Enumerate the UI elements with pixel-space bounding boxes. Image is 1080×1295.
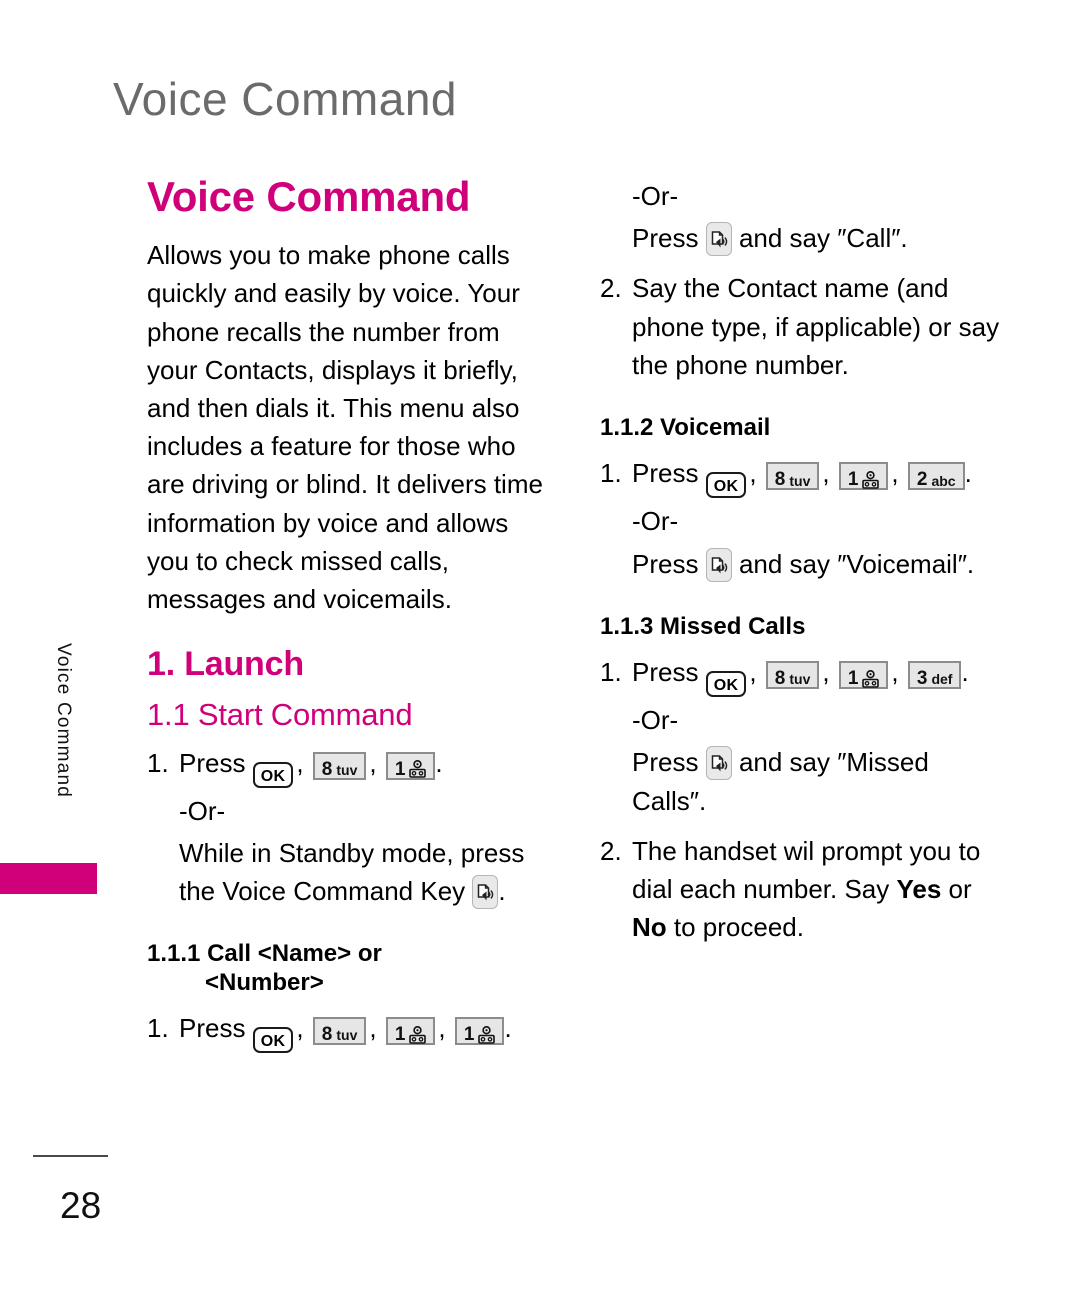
comma: , bbox=[296, 747, 304, 778]
press-label: Press bbox=[632, 458, 699, 489]
step-confirm-dial: 2. The handset wil prompt you to dial ea… bbox=[600, 832, 1000, 947]
press-label: Press bbox=[179, 1013, 246, 1044]
comma: , bbox=[749, 657, 757, 688]
step-text: Say the Contact name (and phone type, if… bbox=[632, 273, 1000, 380]
key-8-tuv-icon[interactable]: 8 tuv bbox=[312, 1017, 367, 1045]
page-number: 28 bbox=[60, 1185, 102, 1226]
key-1-voicemail-icon[interactable]: 1 bbox=[385, 1017, 436, 1045]
press-say-call: Press and say ″Call″. bbox=[632, 219, 1000, 257]
step-text: Press OK, 8 tuv, 1, 1. bbox=[179, 1009, 547, 1054]
step-number: 1. bbox=[147, 1013, 169, 1044]
voice-command-key-icon[interactable] bbox=[705, 547, 732, 582]
key-1-voicemail-icon[interactable]: 1 bbox=[838, 462, 889, 491]
comma: , bbox=[438, 1013, 446, 1044]
side-tab-accent-block bbox=[0, 863, 97, 894]
press-say-voicemail: Press and say ″Voicemail″. bbox=[632, 545, 1000, 583]
step-say-contact-name: 2. Say the Contact name (and phone type,… bbox=[600, 269, 1000, 384]
voicemail-icon bbox=[409, 760, 427, 779]
or-label: -Or- bbox=[179, 795, 226, 826]
ok-key-icon[interactable]: OK bbox=[705, 472, 747, 499]
key-1-voicemail-icon[interactable]: 1 bbox=[454, 1017, 505, 1045]
key-1-voicemail-icon[interactable]: 1 bbox=[385, 751, 436, 780]
press-say-missed-calls: Press and say ″Missed Calls″. bbox=[632, 743, 1000, 819]
step-missed-calls-1: 1. Press OK, 8 tuv, 1, 3 def. bbox=[600, 653, 1000, 698]
section-heading-launch: 1. Launch bbox=[147, 645, 304, 684]
or-label-3: -Or- bbox=[632, 705, 679, 736]
or-label-1: -Or- bbox=[632, 181, 679, 211]
or-label-2: -Or- bbox=[632, 506, 679, 537]
section-heading-start-command: 1.1 Start Command bbox=[147, 696, 413, 732]
section-number: 1.1.1 bbox=[147, 940, 201, 968]
key-2-abc-icon[interactable]: 2 abc bbox=[907, 462, 965, 491]
step-start-command-1: 1. Press OK, 8 tuv, 1. bbox=[147, 744, 547, 788]
no-keyword: No bbox=[632, 912, 667, 943]
section-heading-111: 1.1.1 Call <Name> or <Number> bbox=[147, 940, 547, 997]
say-voicemail-text: and say ″Voicemail″. bbox=[738, 548, 975, 579]
comma: , bbox=[369, 1013, 377, 1044]
step-text: Press OK, 8 tuv, 1. bbox=[179, 744, 547, 788]
voicemail-icon bbox=[409, 1025, 427, 1045]
press-label: Press bbox=[179, 747, 246, 778]
voice-command-key-icon[interactable] bbox=[705, 222, 732, 257]
right-column: -Or- Press and say ″Call″. 2. Say the Co… bbox=[600, 175, 1000, 946]
section-title-line1: Call <Name> or bbox=[207, 940, 382, 968]
key-1-voicemail-icon[interactable]: 1 bbox=[838, 661, 889, 689]
left-column: Voice Command Allows you to make phone c… bbox=[147, 173, 547, 1054]
step-number: 2. bbox=[600, 835, 622, 866]
ok-key-icon[interactable]: OK bbox=[252, 1027, 294, 1054]
period: . bbox=[964, 458, 972, 489]
step-voicemail-1: 1. Press OK, 8 tuv, 1, 2 abc. bbox=[600, 454, 1000, 499]
key-8-tuv-icon[interactable]: 8 tuv bbox=[765, 462, 820, 491]
comma: , bbox=[369, 747, 377, 778]
section-heading-113: 1.1.3 Missed Calls bbox=[600, 612, 806, 640]
voicemail-icon bbox=[478, 1025, 496, 1045]
press-label: Press bbox=[632, 747, 699, 778]
period: . bbox=[435, 747, 443, 778]
voicemail-icon bbox=[862, 669, 880, 689]
step-call-name-1: 1. Press OK, 8 tuv, 1, 1. bbox=[147, 1009, 547, 1054]
step-number: 2. bbox=[600, 273, 622, 304]
step-number: 1. bbox=[600, 458, 622, 489]
press-label: Press bbox=[632, 657, 699, 688]
comma: , bbox=[822, 458, 830, 489]
ok-key-icon[interactable]: OK bbox=[705, 671, 747, 698]
ok-key-icon[interactable]: OK bbox=[252, 761, 294, 788]
standby-instruction: While in Standby mode, press the Voice C… bbox=[179, 834, 547, 910]
final-step-text-c: to proceed. bbox=[666, 912, 804, 943]
footer-divider bbox=[33, 1155, 108, 1157]
comma: , bbox=[891, 657, 899, 688]
press-label: Press bbox=[632, 223, 699, 254]
step-text: Press OK, 8 tuv, 1, 2 abc. bbox=[632, 454, 1000, 499]
period: . bbox=[504, 1013, 512, 1044]
period: . bbox=[498, 876, 506, 907]
press-label: Press bbox=[632, 548, 699, 579]
key-3-def-icon[interactable]: 3 def bbox=[907, 661, 962, 689]
step-number: 1. bbox=[600, 657, 622, 688]
voice-command-key-icon[interactable] bbox=[705, 746, 732, 781]
voice-command-key-icon[interactable] bbox=[472, 875, 499, 910]
period: . bbox=[961, 657, 969, 688]
section-title-line2: <Number> bbox=[205, 968, 324, 996]
comma: , bbox=[822, 657, 830, 688]
voicemail-icon bbox=[862, 471, 880, 490]
step-text: The handset wil prompt you to dial each … bbox=[632, 832, 1000, 947]
section-heading-112: 1.1.2 Voicemail bbox=[600, 414, 771, 442]
running-header: Voice Command bbox=[113, 73, 457, 125]
comma: , bbox=[296, 1013, 304, 1044]
side-tab-label: Voice Command bbox=[53, 643, 74, 799]
step-number: 1. bbox=[147, 747, 169, 778]
comma: , bbox=[749, 458, 757, 489]
say-call-text: and say ″Call″. bbox=[738, 223, 908, 254]
page-title: Voice Command bbox=[147, 173, 471, 220]
final-step-text-b: or bbox=[941, 874, 972, 905]
comma: , bbox=[891, 458, 899, 489]
step-text: Press OK, 8 tuv, 1, 3 def. bbox=[632, 653, 1000, 698]
intro-paragraph: Allows you to make phone calls quickly a… bbox=[147, 240, 543, 615]
yes-keyword: Yes bbox=[896, 874, 942, 905]
key-8-tuv-icon[interactable]: 8 tuv bbox=[312, 751, 367, 780]
key-8-tuv-icon[interactable]: 8 tuv bbox=[765, 661, 820, 689]
